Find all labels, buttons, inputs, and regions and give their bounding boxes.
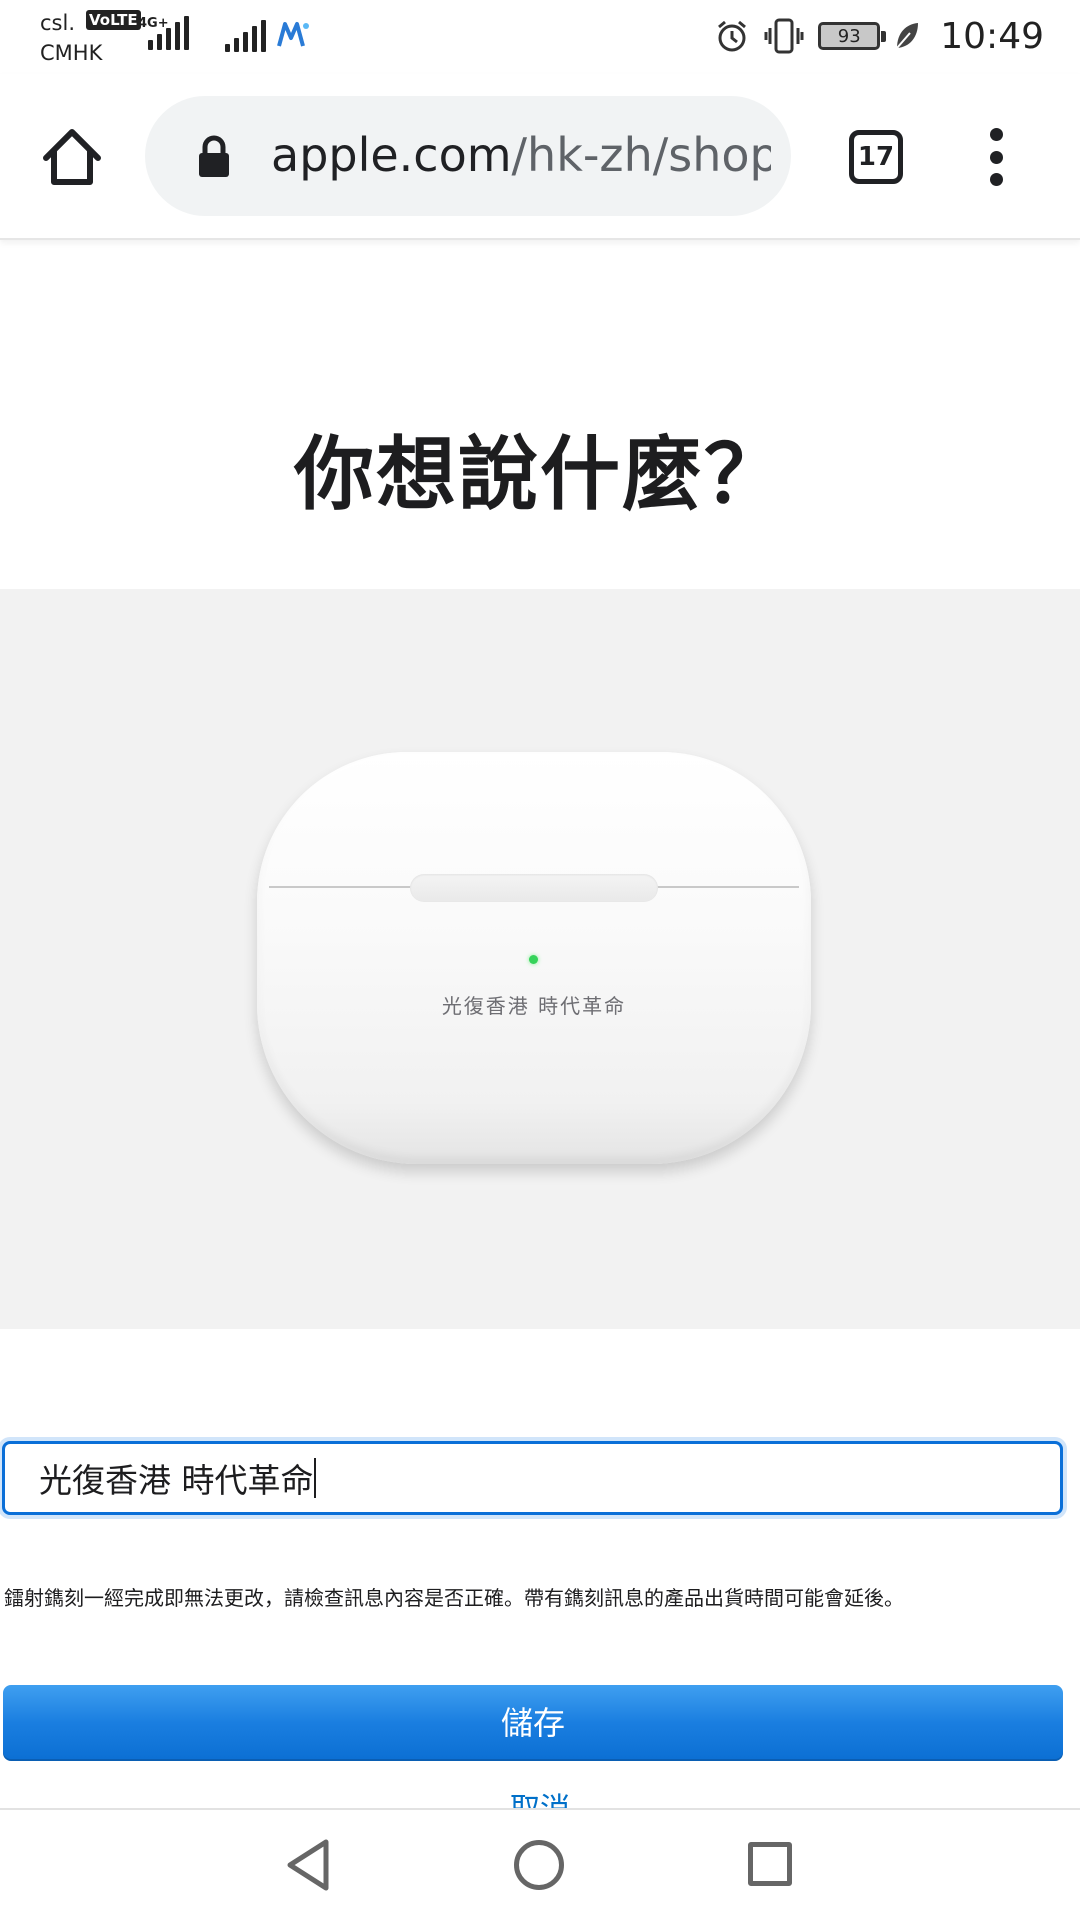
status-icons: 93 10:49 — [714, 14, 1044, 58]
volte-badge: VoLTE — [86, 10, 141, 30]
cancel-link-container: 取消 — [0, 1790, 1080, 1808]
address-bar[interactable]: apple.com/hk-zh/shop/ — [145, 96, 791, 216]
signal-strength-secondary-icon — [225, 18, 266, 52]
tab-switcher-button[interactable]: 17 — [849, 130, 903, 184]
url-text[interactable]: apple.com/hk-zh/shop/ — [271, 124, 771, 186]
status-clock: 10:49 — [940, 15, 1044, 57]
status-light — [529, 955, 538, 964]
text-caret — [314, 1458, 317, 1498]
status-bar: csl. CMHK VoLTE 4G+ 93 10:49 — [0, 0, 1080, 74]
engraving-preview-text: 光復香港 時代革命 — [441, 994, 627, 1018]
page-title: 你想說什麼？ — [294, 428, 786, 521]
cancel-link[interactable]: 取消 — [510, 1790, 570, 1808]
airpods-case-image: 光復香港 時代革命 — [257, 752, 811, 1164]
save-button[interactable]: 儲存 — [3, 1685, 1063, 1761]
signal-strength-icon — [148, 16, 189, 50]
tab-count: 17 — [857, 142, 895, 172]
url-domain: apple.com — [271, 128, 512, 182]
engraving-notice: 鐳射鐫刻一經完成即無法更改，請檢查訊息內容是否正確。帶有鐫刻訊息的產品出貨時間可… — [4, 1586, 904, 1610]
nav-recents-icon[interactable] — [748, 1842, 792, 1886]
browser-toolbar: apple.com/hk-zh/shop/ 17 — [0, 74, 1080, 240]
lock-icon — [199, 135, 229, 177]
alarm-icon — [718, 20, 747, 52]
nav-back-icon[interactable] — [284, 1838, 332, 1892]
engraving-preview-area: 光復香港 時代革命 — [0, 589, 1080, 1329]
leaf-icon — [896, 23, 919, 49]
battery-icon: 93 — [818, 22, 887, 50]
case-lid-notch — [410, 874, 658, 902]
url-path: /hk-zh/shop/ — [511, 128, 771, 182]
carrier-name-secondary: CMHK — [40, 41, 103, 65]
hd-call-icon — [277, 22, 309, 47]
system-nav-bar — [0, 1808, 1080, 1920]
nav-home-icon[interactable] — [514, 1840, 564, 1890]
engraving-input[interactable] — [2, 1441, 1063, 1515]
more-vert-icon[interactable] — [972, 124, 1020, 190]
home-icon[interactable] — [38, 124, 106, 188]
vibrate-icon — [764, 18, 804, 54]
battery-level: 93 — [837, 25, 861, 47]
